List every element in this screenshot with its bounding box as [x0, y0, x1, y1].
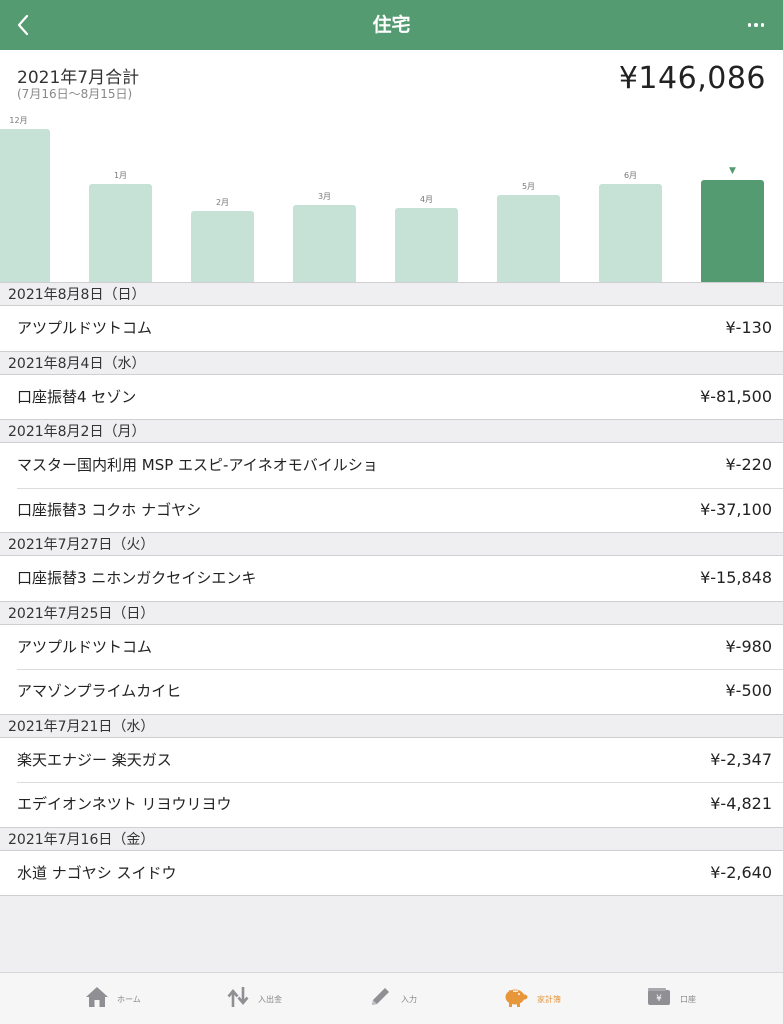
transaction-row[interactable]: 楽天エナジー 楽天ガス ¥-2,347: [0, 737, 783, 782]
transaction-label: 水道 ナゴヤシ スイドウ: [17, 863, 177, 882]
date-section-header: 2021年7月25日（日）: [0, 600, 783, 625]
transaction-label: 口座振替3 コクホ ナゴヤシ: [17, 500, 202, 519]
tab-label: 入力: [401, 994, 417, 1004]
date-section-header: 2021年7月21日（水）: [0, 713, 783, 738]
chart-bar[interactable]: [0, 129, 50, 282]
transaction-row[interactable]: マスター国内利用 MSP エスピ-アイネオモバイルショ ¥-220: [0, 443, 783, 488]
chart-bar-label: 6月: [623, 170, 638, 180]
home-icon: [85, 986, 109, 1012]
date-section-header: 2021年8月8日（日）: [0, 282, 783, 306]
transaction-row[interactable]: 水道 ナゴヤシ スイドウ ¥-2,640: [0, 850, 783, 895]
transaction-list: 2021年8月8日（日） アツプルドツトコム ¥-130 2021年8月4日（水） 口座…: [0, 282, 783, 896]
nav-bar: 住宅: [0, 0, 783, 50]
date-section-header: 2021年7月16日（金）: [0, 826, 783, 851]
chart-bar-label: 3月: [317, 192, 332, 202]
date-section-header: 2021年8月2日（月）: [0, 419, 783, 443]
transaction-amount: ¥-500: [725, 681, 773, 700]
pencil-icon: [369, 986, 393, 1012]
tab-label: ホーム: [117, 994, 141, 1004]
transaction-amount: ¥-220: [725, 455, 773, 474]
summary-total: ¥146,086: [618, 61, 766, 96]
chart-bar[interactable]: [599, 183, 662, 282]
transaction-row[interactable]: 口座振替4 セゾン ¥-81,500: [0, 374, 783, 419]
transaction-amount: ¥-15,848: [700, 568, 772, 587]
selected-marker-icon: ▼: [729, 165, 736, 176]
tab-home[interactable]: ホーム: [85, 973, 141, 1024]
more-button[interactable]: [741, 10, 771, 40]
chart-bar-label: 5月: [521, 181, 536, 191]
transaction-label: 楽天エナジー 楽天ガス: [17, 750, 172, 769]
transaction-label: アマゾンプライムカイヒ: [17, 682, 182, 700]
transaction-row[interactable]: 口座振替3 コクホ ナゴヤシ ¥-37,100: [0, 487, 783, 532]
transaction-amount: ¥-2,640: [710, 862, 772, 882]
tab-label: 家計簿: [537, 994, 561, 1004]
tab-piggy-bank[interactable]: 家計簿: [503, 973, 561, 1024]
transaction-amount: ¥-130: [725, 318, 773, 337]
transaction-label: 口座振替4 セゾン: [17, 387, 137, 406]
transaction-amount: ¥-2,347: [710, 749, 772, 769]
transaction-amount: ¥-980: [725, 636, 773, 656]
tab-transfer-arrows[interactable]: 入出金: [226, 973, 282, 1024]
date-section-header: 2021年7月27日（火）: [0, 532, 783, 556]
tab-pencil[interactable]: 入力: [369, 973, 417, 1024]
transaction-label: アツプルドツトコム: [17, 637, 153, 656]
chart-bar[interactable]: [395, 208, 458, 282]
wallet-yen-icon: ¥: [646, 986, 672, 1012]
transaction-amount: ¥-4,821: [710, 794, 772, 813]
monthly-bar-chart: 12月 1月 2月 3月 4月 5月 6月 ▼: [0, 116, 783, 282]
summary-panel: 2021年7月合計 (7月16日〜8月15日) ¥146,086 12月 1月 2月…: [0, 50, 783, 282]
transaction-amount: ¥-81,500: [700, 386, 772, 406]
transaction-label: マスター国内利用 MSP エスピ-アイネオモバイルショ: [17, 456, 378, 474]
transaction-label: 口座振替3 ニホンガクセイシエンキ: [17, 569, 257, 587]
transaction-label: アツプルドツトコム: [17, 319, 153, 337]
transaction-row[interactable]: アツプルドツトコム ¥-980: [0, 624, 783, 669]
transaction-label: エデイオンネツト リヨウリヨウ: [17, 795, 232, 813]
chart-bar[interactable]: [497, 194, 560, 282]
page-title: 住宅: [372, 14, 411, 36]
date-section-header: 2021年8月4日（水）: [0, 350, 783, 375]
list-bottom-divider: [0, 895, 783, 896]
chart-bar-label: 1月: [113, 170, 128, 180]
more-dots-icon: [747, 23, 752, 27]
chart-bar-label: 12月: [9, 116, 28, 126]
transaction-row[interactable]: エデイオンネツト リヨウリヨウ ¥-4,821: [0, 782, 783, 827]
transaction-row[interactable]: アマゾンプライムカイヒ ¥-500: [0, 669, 783, 714]
tab-bar: ホーム 入出金 入力 家計簿 ¥ 口座: [0, 972, 783, 1024]
transaction-row[interactable]: アツプルドツトコム ¥-130: [0, 306, 783, 351]
summary-period: (7月16日〜8月15日): [17, 87, 133, 101]
chart-bar-label: 2月: [215, 197, 230, 207]
chart-bar-label: 4月: [419, 195, 434, 205]
transaction-amount: ¥-37,100: [700, 499, 772, 519]
tab-label: 口座: [680, 994, 696, 1004]
chart-bar[interactable]: [293, 205, 356, 282]
chart-bar[interactable]: [701, 179, 764, 282]
transaction-row[interactable]: 口座振替3 ニホンガクセイシエンキ ¥-15,848: [0, 556, 783, 601]
svg-text:¥: ¥: [656, 994, 662, 1004]
chart-bar[interactable]: [89, 183, 152, 282]
tab-wallet-yen[interactable]: ¥ 口座: [646, 973, 696, 1024]
tab-label: 入出金: [258, 994, 282, 1004]
piggy-bank-icon: [503, 986, 529, 1012]
chart-bar[interactable]: [191, 210, 254, 282]
transfer-arrows-icon: [226, 986, 250, 1012]
